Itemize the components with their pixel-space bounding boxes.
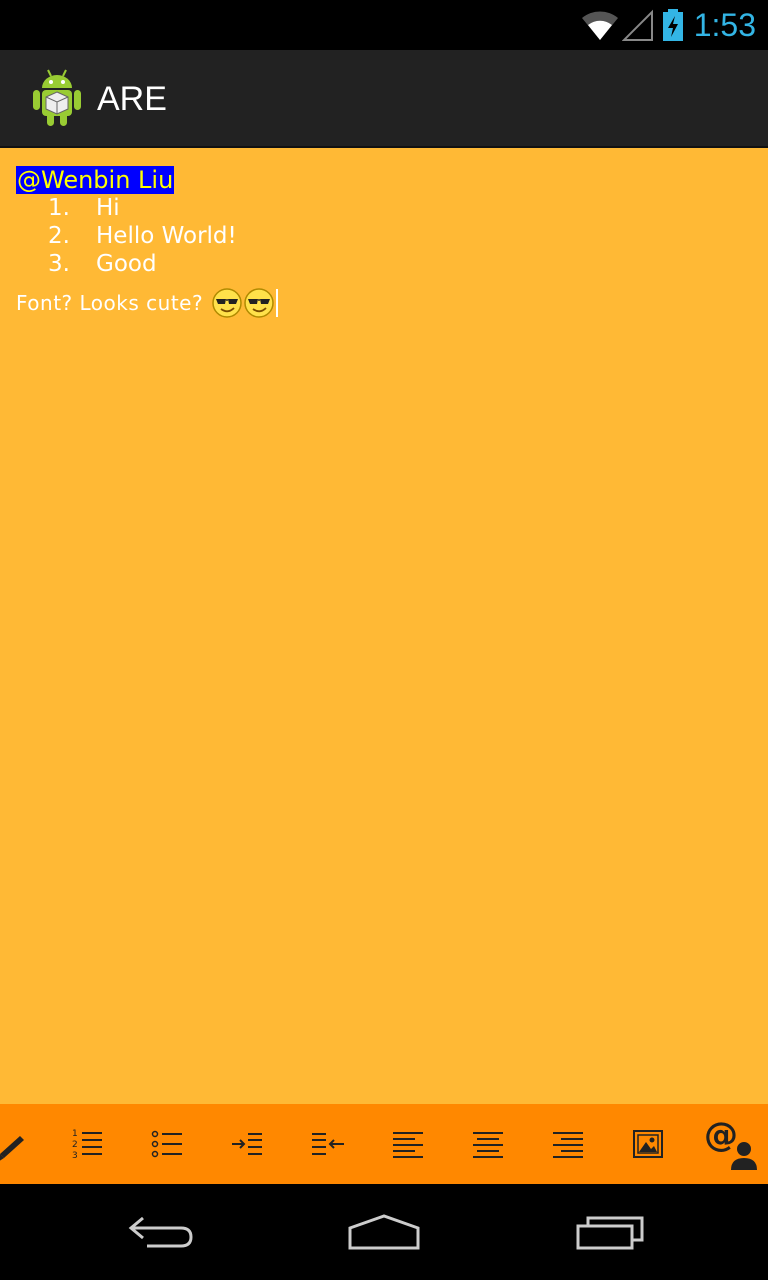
text-cursor xyxy=(276,289,279,317)
svg-text:1: 1 xyxy=(72,1129,78,1139)
home-icon xyxy=(348,1214,420,1250)
action-bar: ARE xyxy=(0,50,768,148)
align-left-button[interactable] xyxy=(368,1104,448,1184)
align-center-icon xyxy=(473,1132,503,1158)
font-sample-text: Font? Looks cute? xyxy=(16,291,204,315)
cool-smiley-icon xyxy=(244,288,274,318)
insert-image-button[interactable] xyxy=(608,1104,688,1184)
align-right-button[interactable] xyxy=(528,1104,608,1184)
indent-left-button[interactable] xyxy=(288,1104,368,1184)
system-nav-bar xyxy=(0,1184,768,1280)
status-bar: 1:53 xyxy=(0,0,768,50)
list-item-text: Hello World! xyxy=(96,223,237,249)
align-right-icon xyxy=(553,1132,583,1158)
list-item-number: 1. xyxy=(48,195,70,221)
mention-user-button[interactable]: @ xyxy=(690,1104,768,1184)
image-icon xyxy=(633,1130,663,1158)
list-item-number: 3. xyxy=(48,251,70,277)
numbered-list-button[interactable]: 1 2 3 xyxy=(48,1104,128,1184)
list-item-text: Hi xyxy=(96,195,120,221)
list-item-number: 2. xyxy=(48,223,70,249)
status-icons: 1:53 xyxy=(580,0,768,50)
indent-right-button[interactable] xyxy=(208,1104,288,1184)
bulleted-list-button[interactable] xyxy=(128,1104,208,1184)
list-item-text: Good xyxy=(96,251,157,277)
cool-smiley-icon xyxy=(212,288,242,318)
numbered-list-icon: 1 2 3 xyxy=(72,1129,102,1161)
android-app-icon[interactable] xyxy=(30,66,84,128)
wifi-icon xyxy=(581,11,618,40)
home-button[interactable] xyxy=(324,1202,444,1262)
bulleted-list-icon xyxy=(151,1130,182,1158)
recents-icon xyxy=(576,1216,644,1250)
svg-text:3: 3 xyxy=(72,1151,78,1161)
font-sample-line: Font? Looks cute? xyxy=(16,286,279,320)
mention-span[interactable]: @Wenbin Liu xyxy=(16,166,175,194)
align-left-icon xyxy=(393,1132,423,1158)
svg-text:@: @ xyxy=(704,1116,738,1155)
back-icon xyxy=(128,1216,193,1248)
brush-button[interactable] xyxy=(0,1104,50,1184)
recents-button[interactable] xyxy=(550,1202,670,1262)
indent-right-icon xyxy=(232,1133,262,1155)
list-item: 3. Good xyxy=(0,250,768,278)
format-toolbar: 1 2 3 @ xyxy=(0,1104,768,1184)
back-button[interactable] xyxy=(100,1202,220,1262)
status-time: 1:53 xyxy=(693,6,756,43)
list-item: 1. Hi xyxy=(0,194,768,222)
signal-icon xyxy=(621,9,653,41)
mention-user-icon: @ xyxy=(704,1116,757,1170)
app-title: ARE xyxy=(97,80,167,118)
battery-charging-icon xyxy=(662,9,683,41)
brush-icon xyxy=(0,1136,24,1161)
align-center-button[interactable] xyxy=(448,1104,528,1184)
indent-left-icon xyxy=(312,1133,344,1155)
list-item: 2. Hello World! xyxy=(0,222,768,250)
svg-text:2: 2 xyxy=(72,1140,78,1150)
